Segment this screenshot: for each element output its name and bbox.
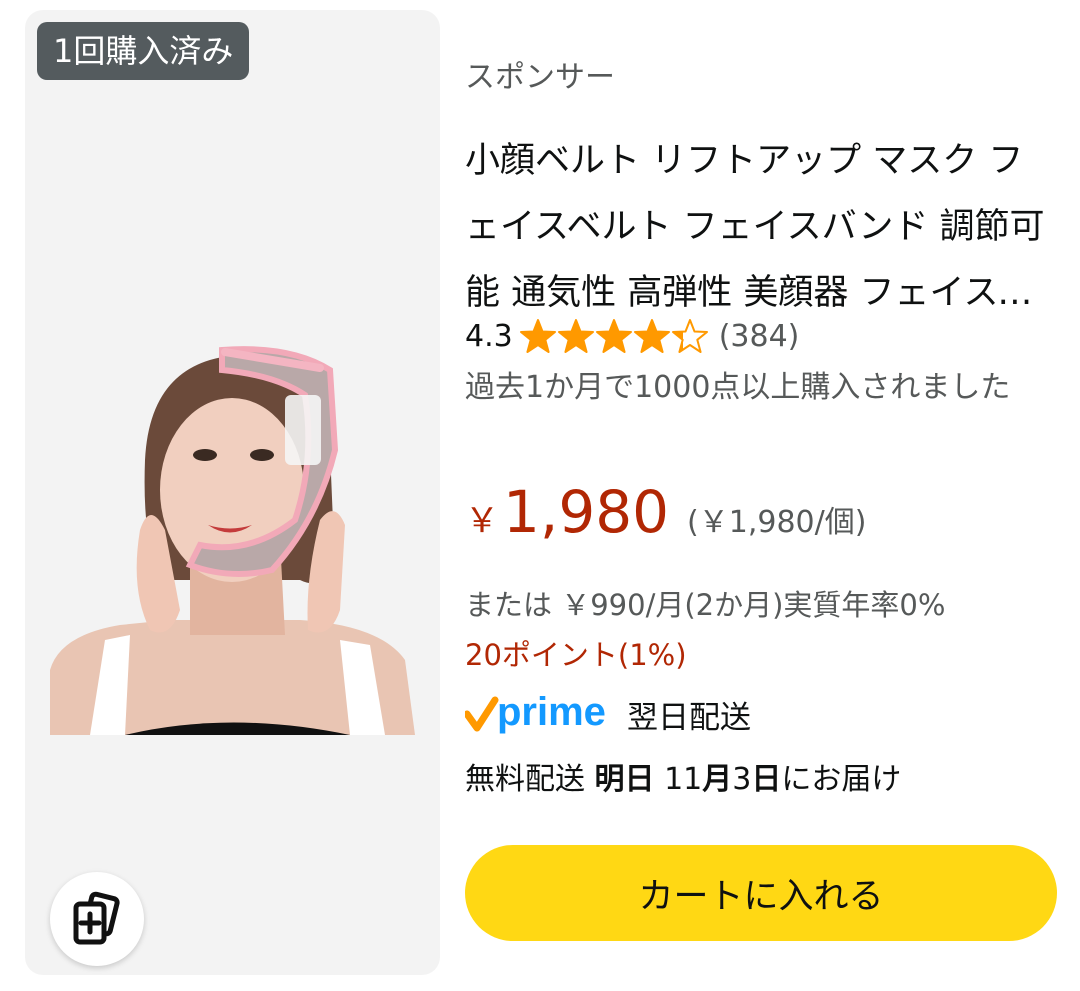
- prime-logo-text: prime: [497, 692, 606, 734]
- add-to-compare-button[interactable]: [50, 872, 144, 966]
- prime-row: prime 翌日配送: [465, 688, 751, 740]
- star-icon: [519, 319, 556, 353]
- delivery-day-label: 明日: [594, 762, 655, 797]
- delivery-day-unit: 日: [751, 762, 782, 797]
- rating-value: 4.3: [465, 318, 513, 354]
- review-count[interactable]: (384): [719, 319, 800, 354]
- delivery-space: [655, 762, 665, 797]
- product-image[interactable]: [50, 340, 415, 735]
- price-value: 1,980: [503, 478, 670, 546]
- product-title[interactable]: 小顔ベルト リフトアップ マスク フェイスベルト フェイスバンド 調節可能 通気…: [465, 128, 1055, 326]
- product-image-panel[interactable]: 1回購入済み: [25, 10, 440, 975]
- delivery-date: 無料配送 明日 11月3日にお届け: [465, 754, 901, 798]
- star-rating: [519, 318, 709, 354]
- points-info: 20ポイント(1%): [465, 638, 687, 672]
- star-icon: [633, 319, 670, 353]
- star-icon: [557, 319, 594, 353]
- delivery-day-num: 3: [732, 762, 752, 797]
- star-icon: [671, 319, 708, 353]
- purchased-badge: 1回購入済み: [37, 22, 250, 80]
- add-to-compare-icon: [73, 891, 120, 945]
- delivery-month-num: 11: [664, 762, 703, 797]
- unit-price: (￥1,980/個): [687, 505, 867, 540]
- delivery-month-unit: 月: [702, 762, 733, 797]
- delivery-suffix: にお届け: [781, 762, 902, 797]
- rating-row[interactable]: 4.3 (384): [465, 312, 799, 360]
- add-to-cart-button[interactable]: カートに入れる: [465, 845, 1057, 941]
- bought-in-past-month: 過去1か月で1000点以上購入されました: [465, 370, 1011, 405]
- delivery-prefix: 無料配送: [465, 762, 595, 797]
- star-icon: [595, 319, 632, 353]
- prime-delivery-label: 翌日配送: [627, 699, 751, 736]
- price-row: ￥ 1,980 (￥1,980/個): [465, 478, 866, 546]
- price-currency-symbol: ￥: [465, 501, 499, 541]
- sponsored-label: スポンサー: [465, 60, 615, 95]
- prime-logo-icon: prime: [465, 692, 606, 734]
- installment-info: または ￥990/月(2か月)実質年率0%: [465, 588, 946, 622]
- product-card[interactable]: 1回購入済み スポンサー 小顔ベルト リフトアップ マスク フェイスベルト フェ…: [0, 0, 1080, 991]
